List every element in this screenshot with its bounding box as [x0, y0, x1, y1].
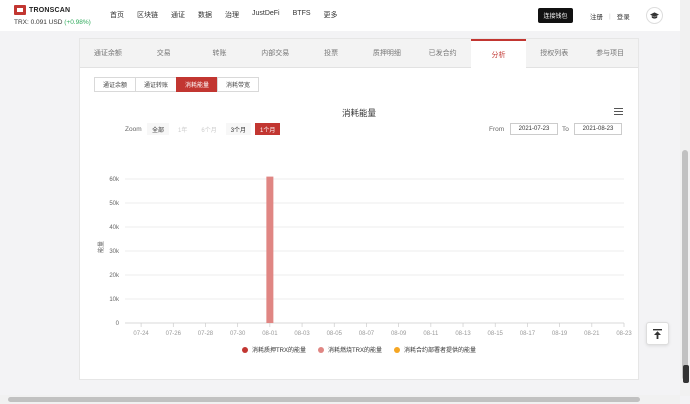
to-label: To [562, 126, 569, 133]
x-tick-label: 08-09 [391, 331, 407, 337]
account-tabs: 通证余额 交易 转账 内部交易 投票 质押明细 已发合约 分析 授权列表 参与项目 [80, 39, 638, 69]
x-tick-label: 07-26 [166, 331, 182, 337]
subtab-2[interactable]: 消耗能量 [176, 77, 219, 92]
back-to-top-button[interactable] [646, 322, 669, 345]
legend-item-0[interactable]: 消耗质押TRX的能量 [241, 345, 306, 354]
subtab-0[interactable]: 通证余额 [94, 77, 137, 92]
x-tick-label: 08-05 [327, 331, 343, 337]
nav-data[interactable]: 数据 [198, 10, 212, 20]
energy-chart: 0 10k 20k 30k 40k 50k 60k 能量 07-24 07-26 07-28 07-3… [97, 176, 632, 337]
nav-governance[interactable]: 治理 [225, 10, 239, 20]
chart-menu-icon[interactable] [614, 108, 623, 116]
analysis-subtabs: 通证余额 通证转账 消耗能量 消耗带宽 [94, 77, 260, 92]
zoom-button-2: 6个月 [201, 127, 217, 134]
nav-tokens[interactable]: 通证 [171, 10, 185, 20]
tab-2[interactable]: 转账 [192, 39, 248, 67]
connect-wallet-button[interactable]: 连接钱包 [538, 8, 573, 23]
analysis-card: 通证余额 交易 转账 内部交易 投票 质押明细 已发合约 分析 授权列表 参与项目 通证余额 通证转… [79, 38, 639, 380]
trx-price-change: (+0.98%) [64, 19, 91, 26]
main-nav: 首页 区块链 通证 数据 治理 JustDeFi BTFS 更多 [110, 10, 351, 20]
horizontal-scrollbar-thumb[interactable] [8, 397, 640, 402]
tronscan-logo-icon [14, 5, 26, 15]
legend-item-2[interactable]: 消耗合约部署者提供的能量 [394, 345, 476, 354]
y-tick-label: 10k [109, 297, 120, 303]
register-link[interactable]: 注册 [590, 11, 603, 21]
x-tick-label: 08-13 [455, 331, 471, 337]
bar-08-01 [266, 176, 274, 323]
legend-item-1[interactable]: 消耗燃烧TRX的能量 [317, 345, 382, 354]
x-tick-label: 08-15 [488, 331, 504, 337]
x-tick-label: 08-23 [616, 331, 632, 337]
x-tick-label: 08-07 [359, 331, 375, 337]
trx-price: TRX: 0.091 USD (+0.98%) [14, 19, 91, 26]
from-date-input[interactable]: 2021-07-23 [510, 123, 558, 135]
legend-label: 消耗质押TRX的能量 [251, 348, 306, 354]
subtab-1[interactable]: 通证转账 [135, 77, 178, 92]
x-tick-label: 08-03 [294, 331, 310, 337]
zoom-button-4[interactable]: 1个月 [255, 123, 281, 135]
tab-5[interactable]: 质押明细 [359, 39, 415, 67]
legend-label: 消耗燃烧TRX的能量 [327, 348, 382, 354]
y-tick-label: 50k [109, 201, 120, 207]
graduation-cap-icon [650, 11, 659, 19]
y-tick-label: 30k [109, 249, 120, 255]
chart-legend: 消耗质押TRX的能量 消耗燃烧TRX的能量 消耗合约部署者提供的能量 [80, 345, 638, 354]
auth-separator: | [609, 12, 611, 20]
auth-links: 注册 | 登录 [590, 11, 630, 22]
tab-1[interactable]: 交易 [136, 39, 192, 67]
y-tick-label: 40k [109, 225, 120, 231]
trx-price-value: TRX: 0.091 USD [14, 19, 63, 26]
legend-label: 消耗合约部署者提供的能量 [404, 348, 477, 354]
nav-btfs[interactable]: BTFS [293, 10, 311, 20]
legend-dot [317, 346, 324, 353]
tab-8[interactable]: 授权列表 [526, 39, 582, 67]
zoom-buttons: 全部 1年 6个月 3个月 1个月 [147, 123, 284, 135]
x-tick-label: 08-19 [552, 331, 568, 337]
tab-4[interactable]: 投票 [303, 39, 359, 67]
nav-justdefi[interactable]: JustDeFi [252, 10, 280, 20]
side-widget[interactable] [683, 365, 689, 383]
x-tick-label: 07-28 [198, 331, 214, 337]
zoom-button-0[interactable]: 全部 [147, 123, 170, 135]
nav-blockchain[interactable]: 区块链 [137, 10, 158, 20]
arrow-up-icon [653, 328, 662, 339]
tab-9[interactable]: 参与项目 [582, 39, 638, 67]
y-tick-label: 60k [109, 177, 120, 183]
x-tick-label: 08-01 [262, 331, 278, 337]
chart-title: 消耗能量 [341, 108, 376, 118]
zoom-label: Zoom [125, 126, 142, 133]
tab-7[interactable]: 分析 [470, 39, 527, 69]
tab-0[interactable]: 通证余额 [80, 39, 136, 67]
nav-home[interactable]: 首页 [110, 10, 124, 20]
y-axis-label: 能量 [97, 241, 105, 253]
x-tick-label: 08-11 [423, 331, 439, 337]
tronscan-logo[interactable]: TRONSCAN [14, 4, 70, 16]
nav-more[interactable]: 更多 [324, 10, 338, 20]
academy-button[interactable] [646, 7, 663, 24]
login-link[interactable]: 登录 [617, 11, 630, 21]
vertical-scrollbar-thumb[interactable] [682, 150, 688, 380]
y-tick-label: 20k [109, 273, 120, 279]
top-header: TRONSCAN TRX: 0.091 USD (+0.98%) 首页 区块链 … [0, 0, 680, 31]
legend-dot [394, 346, 400, 353]
subtab-3[interactable]: 消耗带宽 [217, 77, 260, 92]
x-tick-label: 07-30 [230, 331, 246, 337]
from-label: From [489, 126, 505, 133]
zoom-button-3[interactable]: 3个月 [225, 123, 252, 135]
x-tick-label: 07-24 [133, 331, 149, 337]
x-tick-label: 08-17 [520, 331, 536, 337]
to-date-input[interactable]: 2021-08-23 [574, 123, 622, 135]
x-tick-label: 08-21 [584, 331, 600, 337]
zoom-button-1: 1年 [178, 127, 188, 134]
logo-text: TRONSCAN [29, 6, 71, 14]
legend-dot [241, 346, 248, 353]
tab-3[interactable]: 内部交易 [247, 39, 303, 67]
y-tick-label: 0 [116, 321, 120, 327]
tab-6[interactable]: 已发合约 [415, 39, 471, 67]
